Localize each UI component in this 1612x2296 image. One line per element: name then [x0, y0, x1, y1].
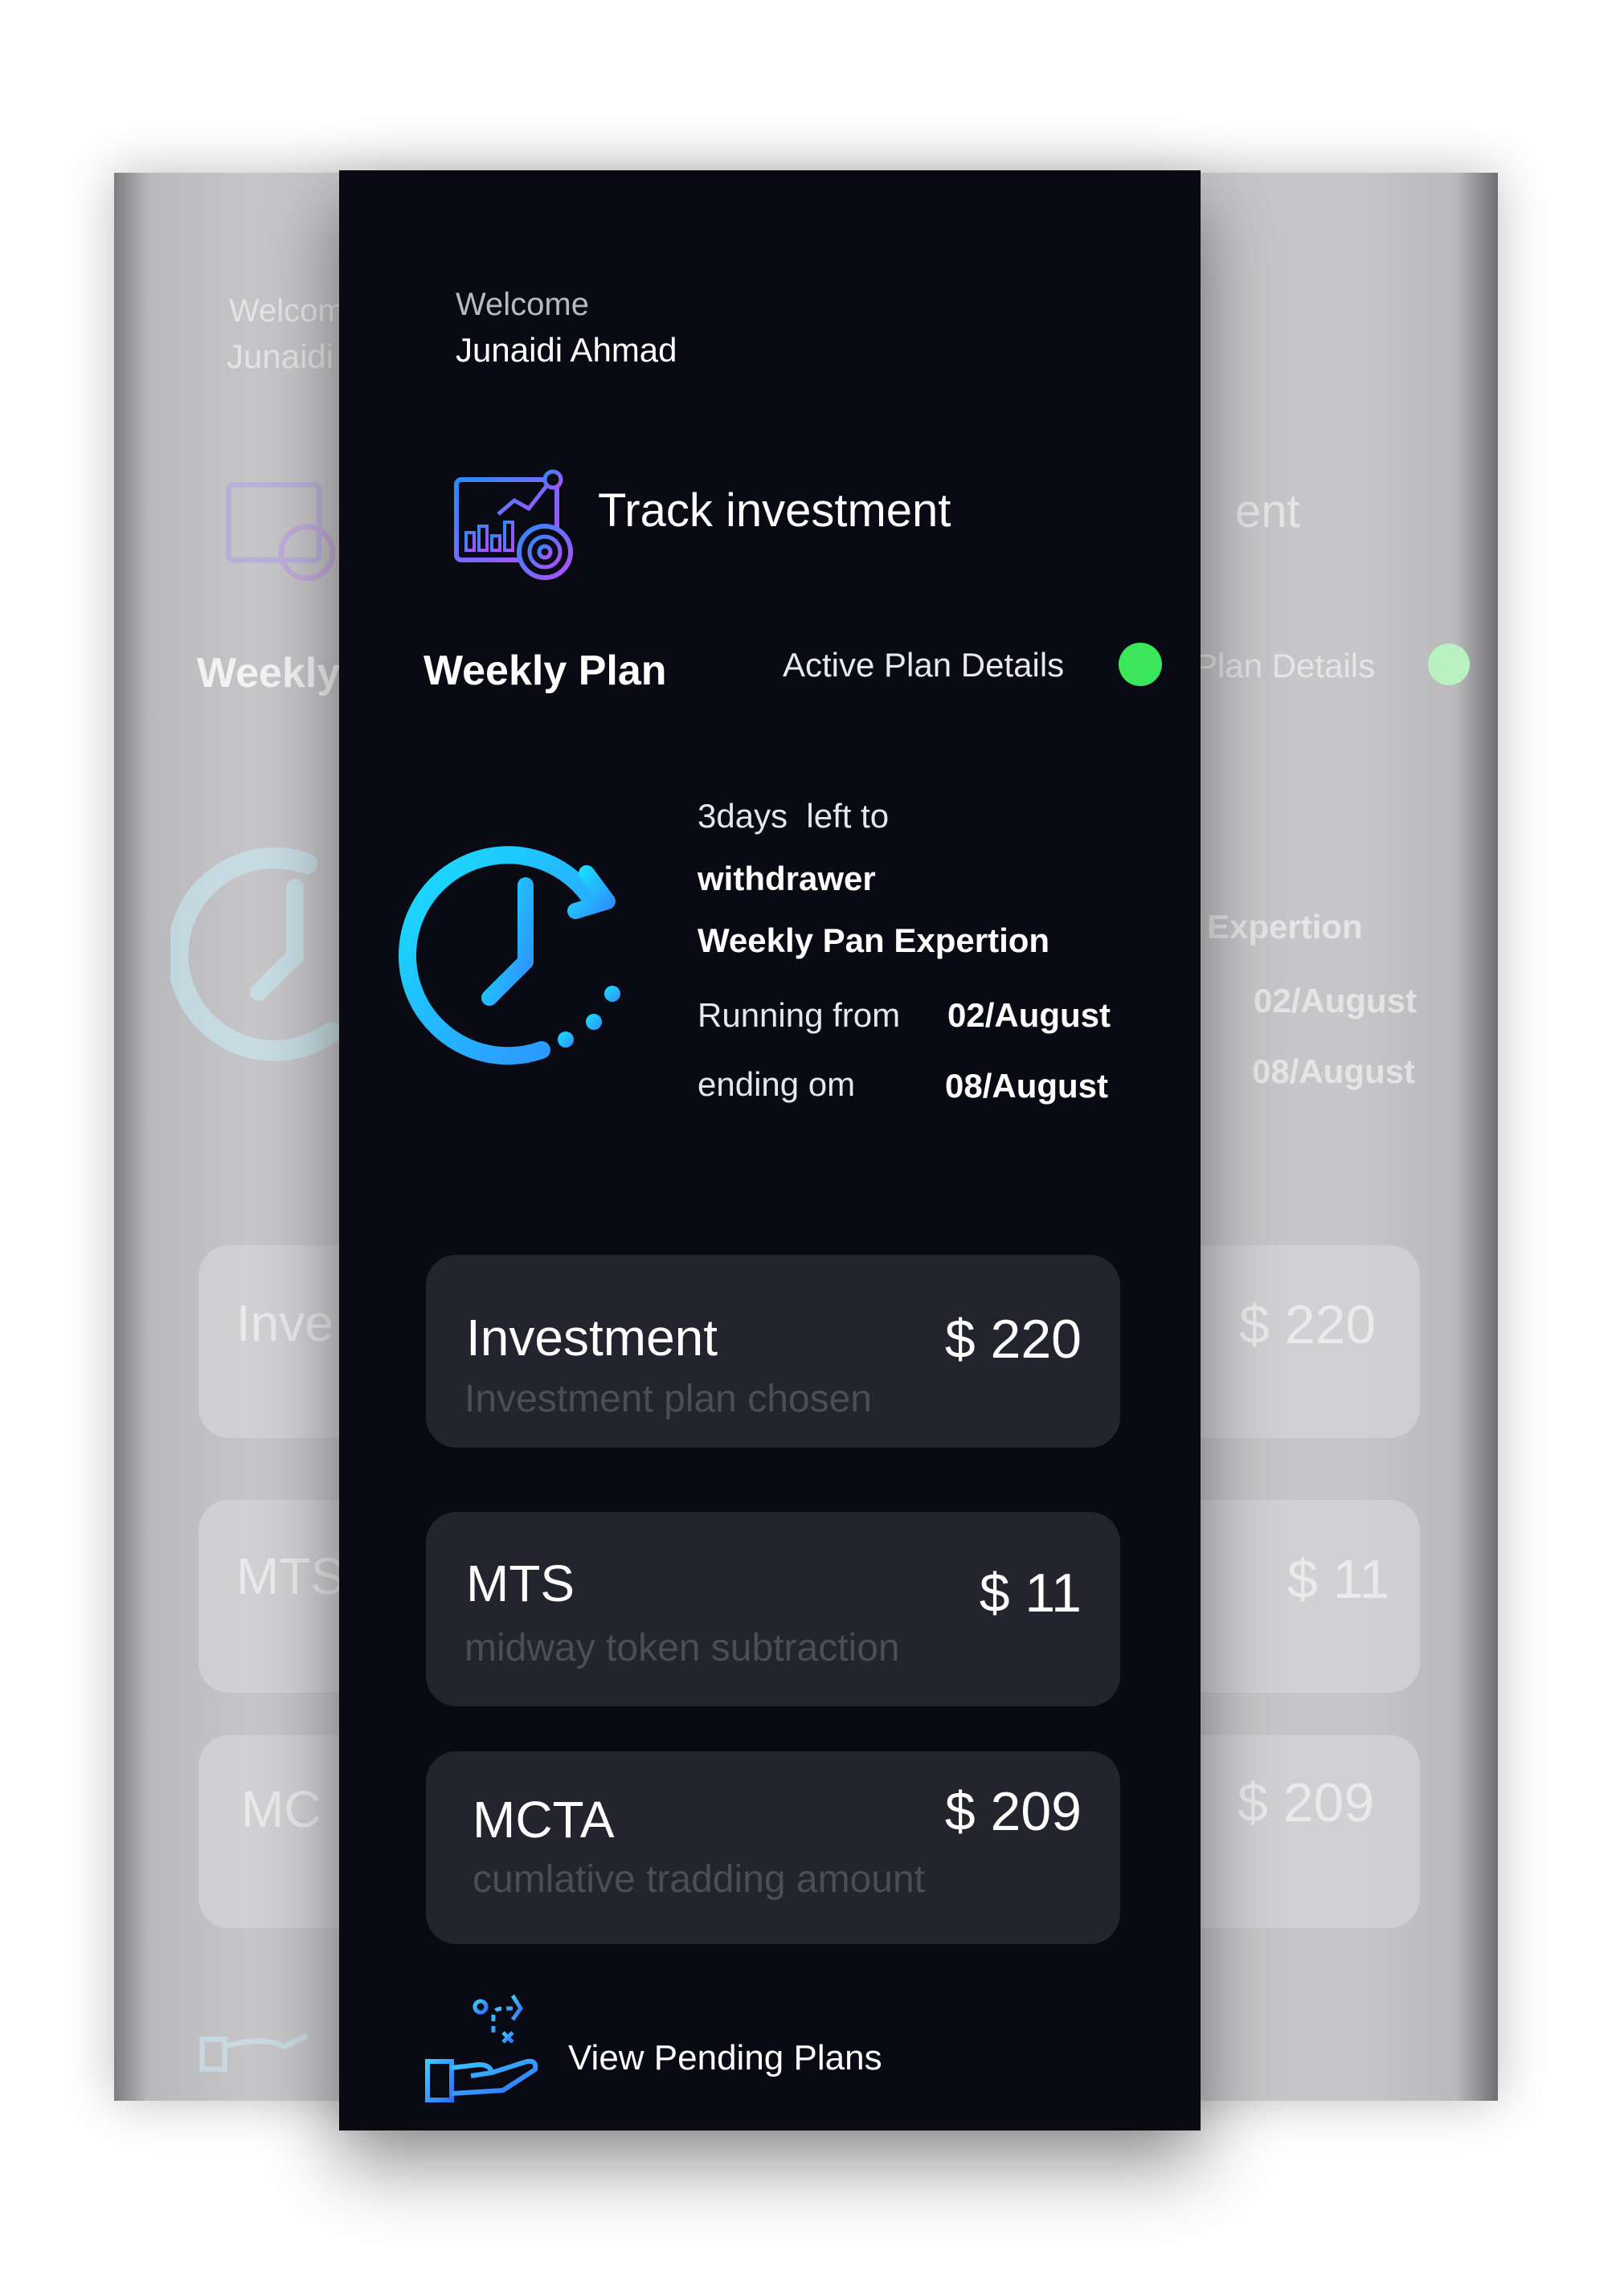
ghost-amount-2: $ 11 — [1287, 1549, 1390, 1610]
ghost-welcome: Welcom — [229, 293, 345, 329]
card-subtitle: cumlative tradding amount — [473, 1858, 925, 1901]
ghost-card-title-2: MTS — [236, 1547, 346, 1605]
ghost-status-dot — [1428, 643, 1470, 685]
ghost-track-title: ent — [1235, 485, 1300, 537]
ghost-ending-date: 08/August — [1252, 1052, 1416, 1090]
ending-date: 08/August — [945, 1067, 1109, 1105]
ghost-plan-title: Weekly — [197, 650, 341, 697]
active-status-dot — [1119, 643, 1162, 686]
withdraw-text: withdrawer — [698, 860, 876, 897]
card-amount: $ 11 — [979, 1563, 1082, 1624]
card-title: Investment — [466, 1309, 718, 1367]
card-title: MCTA — [473, 1791, 615, 1849]
hand-strategy-icon — [425, 1994, 538, 2102]
ghost-card-title-3: MC — [241, 1780, 321, 1838]
card-subtitle: Investment plan chosen — [464, 1378, 872, 1420]
ghost-user-name: Junaidi — [227, 337, 334, 375]
ghost-amount-1: $ 220 — [1239, 1294, 1377, 1355]
ghost-amount-3: $ 209 — [1238, 1772, 1375, 1833]
ghost-hand-icon — [199, 2032, 309, 2072]
ending-label: ending om — [698, 1065, 856, 1103]
card-title: MTS — [466, 1554, 575, 1612]
ghost-details-label: Plan Details — [1195, 647, 1376, 684]
page-title: Track investment — [598, 484, 951, 537]
investment-card[interactable]: Investment $ 220 Investment plan chosen — [426, 1255, 1120, 1448]
running-from-label: Running from — [698, 996, 901, 1034]
view-pending-plans-link[interactable]: View Pending Plans — [568, 2038, 882, 2078]
days-left-text: 3days left to — [698, 797, 890, 835]
expiry-label: Weekly Pan Expertion — [698, 921, 1050, 959]
user-name: Junaidi Ahmad — [456, 331, 677, 369]
ghost-expiry: Expertion — [1207, 908, 1363, 946]
running-from-date: 02/August — [947, 996, 1111, 1034]
active-plan-details-link[interactable]: Active Plan Details — [783, 646, 1064, 684]
track-investment-screen: Welcome Junaidi Ahmad Track investment W… — [339, 170, 1201, 2131]
card-amount: $ 209 — [944, 1781, 1082, 1842]
clock-refresh-icon — [399, 846, 620, 1065]
card-subtitle: midway token subtraction — [464, 1627, 900, 1669]
mts-card[interactable]: MTS $ 11 midway token subtraction — [426, 1512, 1120, 1706]
analytics-dashboard-icon — [454, 469, 573, 580]
card-amount: $ 220 — [944, 1309, 1082, 1370]
ghost-card-title-1: Inve — [236, 1294, 333, 1352]
welcome-label: Welcome — [456, 287, 589, 322]
plan-title: Weekly Plan — [423, 648, 667, 694]
mcta-card[interactable]: MCTA $ 209 cumlative tradding amount — [426, 1751, 1120, 1944]
ghost-running-date: 02/August — [1254, 982, 1418, 1019]
ghost-analytics-icon — [226, 482, 336, 581]
